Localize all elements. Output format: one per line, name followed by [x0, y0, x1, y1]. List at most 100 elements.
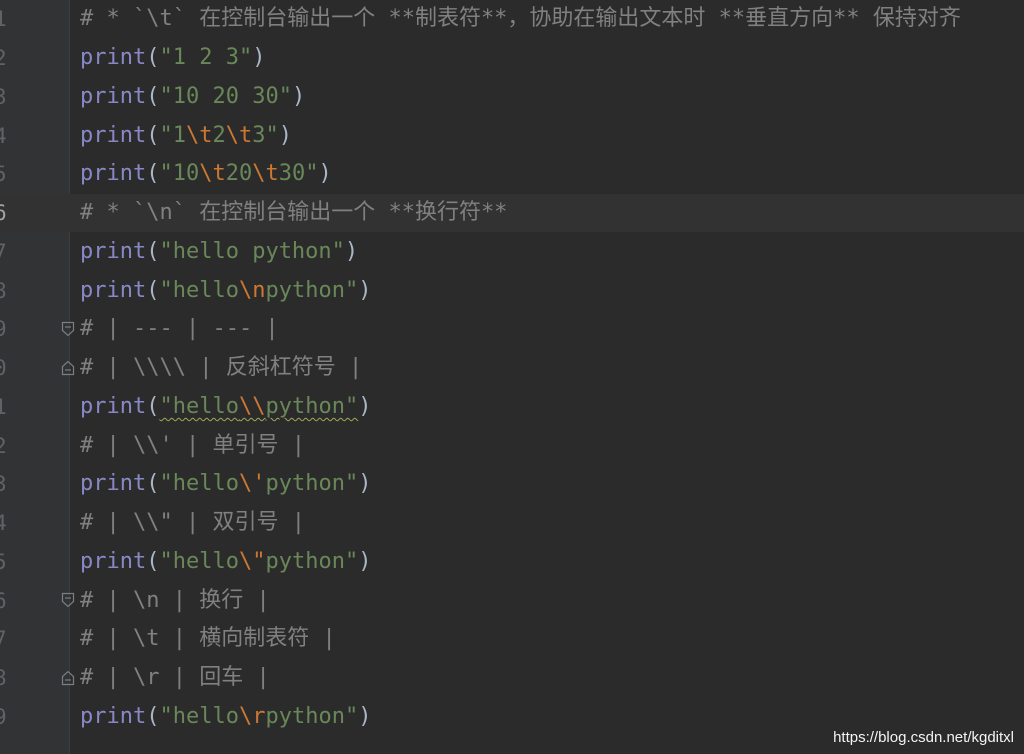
- punctuation: ): [344, 238, 359, 264]
- line-number: 7: [0, 627, 7, 652]
- string-literal: "hello: [159, 703, 239, 729]
- punctuation: (: [146, 238, 160, 264]
- code-text[interactable]: print("hello\"python"): [80, 543, 371, 581]
- code-text[interactable]: # | \\\\ | 反斜杠符号 |: [80, 349, 362, 387]
- escape-sequence: \n: [238, 277, 266, 303]
- function-name: print: [80, 393, 147, 419]
- escape-sequence: \t: [225, 122, 253, 148]
- fold-open-icon[interactable]: [61, 592, 75, 608]
- string-literal: "1 2 3": [159, 45, 253, 71]
- function-name: print: [80, 122, 147, 148]
- code-text[interactable]: # | \r | 回车 |: [80, 659, 270, 697]
- code-line[interactable]: 2 print("1 2 3"): [0, 39, 1024, 78]
- function-name: print: [80, 703, 147, 729]
- punctuation: ): [252, 45, 266, 71]
- code-line[interactable]: 1 print("hello\\python"): [0, 388, 1024, 427]
- comment-text: # * `\t` 在控制台输出一个 **制表符**，协助在输出文本时 **垂直方…: [80, 6, 961, 32]
- code-line[interactable]: 5 print("10\t20\t30"): [0, 155, 1024, 194]
- string-literal: "hello: [159, 277, 239, 303]
- function-name: print: [80, 277, 147, 303]
- code-text[interactable]: print("10 20 30"): [80, 78, 305, 116]
- code-line[interactable]: 3 print("10 20 30"): [0, 78, 1024, 117]
- punctuation: ): [358, 471, 372, 497]
- line-number: 3: [0, 84, 7, 109]
- code-line[interactable]: 9 # | --- | --- |: [0, 310, 1024, 349]
- code-text[interactable]: print("hello\\python"): [80, 388, 371, 426]
- code-text[interactable]: # | \n | 换行 |: [80, 582, 270, 620]
- fold-open-icon[interactable]: [61, 321, 75, 337]
- code-line[interactable]: 7 # | \t | 横向制表符 |: [0, 620, 1024, 659]
- punctuation: ): [358, 548, 372, 574]
- punctuation: (: [146, 277, 160, 303]
- code-line[interactable]: 1 # * `\t` 在控制台输出一个 **制表符**，协助在输出文本时 **垂直…: [0, 0, 1024, 39]
- string-literal: 2: [212, 122, 226, 148]
- punctuation: (: [146, 161, 160, 187]
- punctuation: (: [146, 703, 160, 729]
- code-text[interactable]: print("hello\npython"): [80, 272, 371, 310]
- code-text[interactable]: # | \\" | 双引号 |: [80, 504, 305, 542]
- code-line[interactable]: 7 print("hello python"): [0, 233, 1024, 272]
- code-line[interactable]: 2 # | \\' | 单引号 |: [0, 426, 1024, 465]
- code-line[interactable]: 8 # | \r | 回车 |: [0, 659, 1024, 698]
- code-text[interactable]: # | --- | --- |: [80, 310, 279, 348]
- code-line[interactable]: 8 print("hello\npython"): [0, 271, 1024, 310]
- code-text[interactable]: # * `\n` 在控制台输出一个 **换行符**: [80, 194, 507, 232]
- string-literal: "hello: [159, 471, 239, 497]
- string-literal: python": [265, 548, 359, 574]
- code-line[interactable]: 6 # | \n | 换行 |: [0, 581, 1024, 620]
- function-name: print: [80, 471, 147, 497]
- code-text[interactable]: print("hello python"): [80, 233, 358, 271]
- fold-close-icon[interactable]: [61, 670, 75, 686]
- code-text[interactable]: print("hello\rpython"): [80, 698, 371, 736]
- punctuation: ): [358, 393, 372, 419]
- line-number: 4: [0, 123, 7, 148]
- escape-sequence: \": [238, 548, 266, 574]
- code-line[interactable]: 3 print("hello\'python"): [0, 465, 1024, 504]
- escape-sequence: \t: [252, 161, 279, 187]
- code-text[interactable]: print("hello\'python"): [80, 465, 371, 503]
- escape-sequence: \t: [185, 122, 213, 148]
- string-literal: python": [265, 393, 359, 419]
- code-text[interactable]: print("1\t2\t3"): [80, 117, 292, 155]
- line-number: 2: [0, 46, 7, 71]
- fold-close-icon[interactable]: [61, 360, 75, 376]
- string-literal: "10: [159, 161, 200, 187]
- line-number: 4: [0, 511, 7, 536]
- function-name: print: [80, 238, 147, 264]
- watermark: https://blog.csdn.net/kgditxl: [833, 729, 1014, 746]
- string-literal: 30": [278, 161, 319, 187]
- line-number: 5: [0, 549, 7, 574]
- line-number: 2: [0, 433, 7, 458]
- code-text[interactable]: # | \\' | 单引号 |: [80, 427, 305, 465]
- code-text[interactable]: print("10\t20\t30"): [80, 155, 332, 193]
- function-name: print: [80, 548, 147, 574]
- code-area[interactable]: 1 # * `\t` 在控制台输出一个 **制表符**，协助在输出文本时 **垂直…: [0, 0, 1024, 754]
- comment-text: # | \\' | 单引号 |: [80, 432, 305, 458]
- string-literal: "hello python": [159, 238, 345, 264]
- code-editor[interactable]: 1 # * `\t` 在控制台输出一个 **制表符**，协助在输出文本时 **垂直…: [0, 0, 1024, 754]
- line-number: 0: [0, 356, 7, 381]
- comment-text: # | \r | 回车 |: [80, 665, 270, 691]
- function-name: print: [80, 83, 147, 109]
- punctuation: (: [146, 45, 160, 71]
- comment-text: # | --- | --- |: [80, 316, 279, 342]
- line-number: 6: [0, 201, 7, 226]
- string-literal: 3": [252, 122, 279, 148]
- punctuation: (: [146, 548, 160, 574]
- code-line[interactable]: 0 # | \\\\ | 反斜杠符号 |: [0, 349, 1024, 388]
- code-line[interactable]: 4 print("1\t2\t3"): [0, 116, 1024, 155]
- punctuation: ): [358, 703, 372, 729]
- string-literal: "hello: [159, 393, 239, 419]
- escape-sequence: \t: [199, 161, 226, 187]
- code-text[interactable]: print("1 2 3"): [80, 39, 265, 77]
- code-line[interactable]: 6 # * `\n` 在控制台输出一个 **换行符**: [0, 193, 1024, 233]
- line-number: 5: [0, 162, 7, 187]
- code-text[interactable]: # * `\t` 在控制台输出一个 **制表符**，协助在输出文本时 **垂直方…: [80, 0, 961, 38]
- code-text[interactable]: # | \t | 横向制表符 |: [80, 620, 336, 658]
- string-literal: python": [265, 277, 359, 303]
- line-number: 3: [0, 472, 7, 497]
- code-line[interactable]: 4 # | \\" | 双引号 |: [0, 504, 1024, 543]
- code-line[interactable]: 5 print("hello\"python"): [0, 543, 1024, 582]
- comment-text: # | \\\\ | 反斜杠符号 |: [80, 355, 363, 381]
- punctuation: ): [358, 277, 372, 303]
